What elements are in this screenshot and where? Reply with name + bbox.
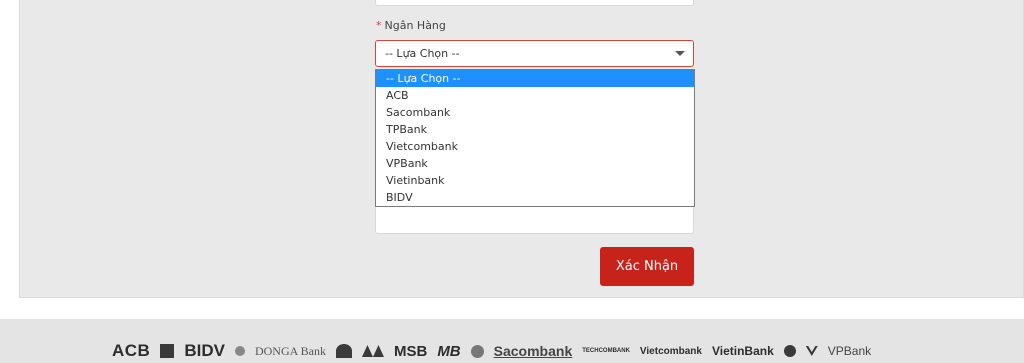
sacombank-emblem-icon: [470, 344, 484, 358]
bank-select[interactable]: -- Lựa Chọn --: [375, 40, 694, 67]
vietinbank-logo: VietinBank: [711, 344, 774, 358]
acb-logo: ACB: [112, 341, 151, 360]
option-vietcombank[interactable]: Vietcombank: [376, 138, 694, 155]
sacombank-logo: Sacombank: [493, 343, 573, 359]
bank-logos-strip: ACB BIDV DONGA Bank MSB MB Sacombank TEC…: [112, 340, 871, 362]
vpbank-logo: VPBank: [827, 344, 872, 358]
bidv-emblem-icon: [160, 344, 175, 358]
next-field[interactable]: [375, 207, 694, 234]
chevron-down-icon[interactable]: [675, 51, 685, 56]
vpbank-emblem-icon: [805, 346, 818, 356]
option-placeholder[interactable]: -- Lựa Chọn --: [376, 70, 694, 87]
previous-field[interactable]: [375, 0, 694, 6]
bidv-logo: BIDV: [184, 341, 225, 360]
vietinbank-emblem-icon: [783, 345, 796, 357]
option-vpbank[interactable]: VPBank: [376, 155, 694, 172]
msb-logo: MSB: [393, 342, 428, 360]
option-acb[interactable]: ACB: [376, 87, 694, 104]
donga-logo: DONGA Bank: [254, 343, 326, 358]
mb-logo: MB: [437, 342, 461, 360]
bank-field-label: * Ngân Hàng: [376, 19, 446, 32]
confirm-button[interactable]: Xác Nhận: [600, 247, 694, 286]
required-marker: *: [376, 19, 382, 32]
techcombank-logo: TECHCOMBANK: [582, 348, 630, 354]
bank-dropdown-list: -- Lựa Chọn -- ACB Sacombank TPBank Viet…: [375, 69, 695, 207]
lotus-emblem-icon: [335, 344, 352, 358]
msb-emblem-icon: [361, 345, 384, 357]
bank-label-text: Ngân Hàng: [384, 19, 446, 32]
option-tpbank[interactable]: TPBank: [376, 121, 694, 138]
vietcombank-logo: Vietcombank: [639, 345, 702, 357]
option-sacombank[interactable]: Sacombank: [376, 104, 694, 121]
option-bidv[interactable]: BIDV: [376, 189, 694, 206]
donga-emblem-icon: [234, 346, 245, 356]
option-vietinbank[interactable]: Vietinbank: [376, 172, 694, 189]
bank-select-value: -- Lựa Chọn --: [385, 47, 460, 60]
